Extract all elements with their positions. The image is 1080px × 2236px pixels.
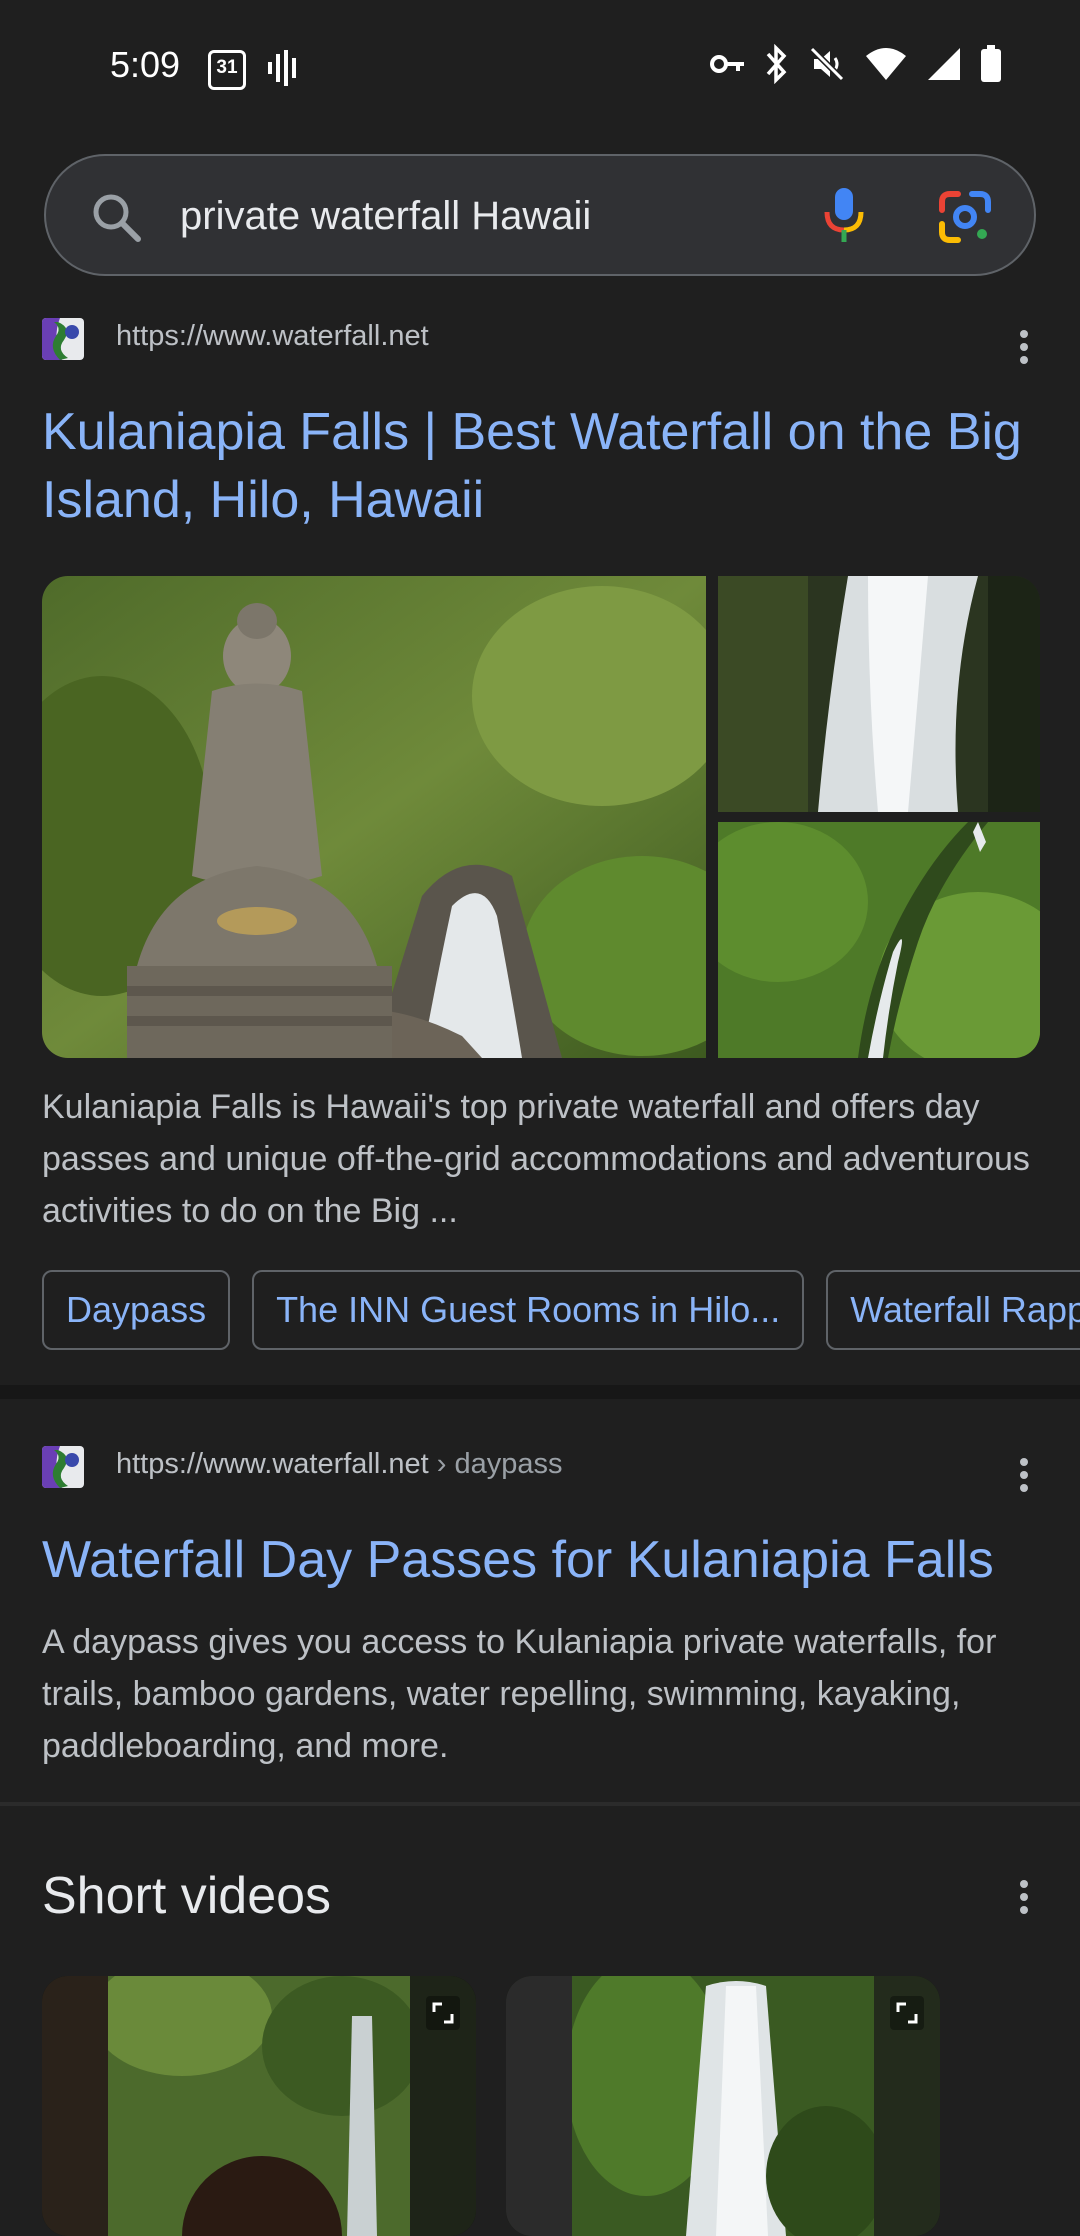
chip-daypass[interactable]: Daypass: [42, 1270, 231, 1350]
wifi-icon: [866, 48, 906, 80]
voice-icon: [268, 50, 296, 86]
buddha-statue-waterfall-image[interactable]: [42, 576, 706, 1058]
signal-icon: [928, 48, 960, 80]
result-url-breadcrumb: › daypass: [428, 1448, 563, 1480]
expand-icon[interactable]: [426, 1996, 460, 2030]
result-snippet: Kulaniapia Falls is Hawaii's top private…: [42, 1088, 1030, 1230]
result-url[interactable]: https://www.waterfall.net: [116, 320, 429, 353]
result-url[interactable]: https://www.waterfall.net › daypass: [116, 1448, 562, 1481]
search-input[interactable]: private waterfall Hawaii: [180, 194, 591, 239]
video-thumbnail-image: [506, 1976, 940, 2236]
search-icon[interactable]: [90, 191, 142, 243]
site-favicon: [42, 1446, 84, 1488]
mute-icon: [809, 46, 845, 82]
search-bar[interactable]: private waterfall Hawaii: [44, 154, 1036, 276]
status-time: 5:09: [110, 44, 181, 85]
aerial-waterfall-image[interactable]: [718, 822, 1040, 1058]
chip-inn-guest-rooms[interactable]: The INN Guest Rooms in Hilo...: [252, 1270, 805, 1350]
battery-icon: [981, 45, 1001, 82]
short-videos-heading: Short videos: [42, 1867, 332, 1925]
more-options-icon[interactable]: [1014, 1456, 1034, 1496]
result-title-link[interactable]: Waterfall Day Passes for Kulaniapia Fall…: [42, 1526, 1042, 1594]
status-bar: 5:09 31: [0, 0, 1080, 130]
result-title-link[interactable]: Kulaniapia Falls | Best Waterfall on the…: [42, 398, 1042, 534]
bluetooth-icon: [766, 44, 787, 84]
result-divider: [0, 1385, 1080, 1399]
result-url-domain: https://www.waterfall.net: [116, 1448, 429, 1480]
waterfall-image[interactable]: [718, 576, 1040, 812]
google-lens-icon[interactable]: [938, 190, 992, 244]
status-icons: [710, 44, 1002, 84]
more-options-icon[interactable]: [1014, 328, 1034, 368]
microphone-icon[interactable]: [822, 184, 866, 248]
chip-waterfall-rappelling[interactable]: Waterfall Rapp: [826, 1270, 1080, 1350]
calendar-icon: 31: [208, 50, 246, 90]
video-thumbnail[interactable]: [42, 1976, 476, 2236]
result-image-gallery[interactable]: [42, 576, 1040, 1058]
video-thumbnail-image: [42, 1976, 476, 2236]
result-snippet: A daypass gives you access to Kulaniapia…: [42, 1623, 997, 1765]
result-divider: [0, 1802, 1080, 1806]
more-options-icon[interactable]: [1014, 1878, 1034, 1918]
key-icon: [710, 55, 744, 73]
site-favicon: [42, 318, 84, 360]
video-thumbnail[interactable]: [506, 1976, 940, 2236]
expand-icon[interactable]: [890, 1996, 924, 2030]
sitelink-chips: Daypass The INN Guest Rooms in Hilo... W…: [42, 1270, 1080, 1350]
